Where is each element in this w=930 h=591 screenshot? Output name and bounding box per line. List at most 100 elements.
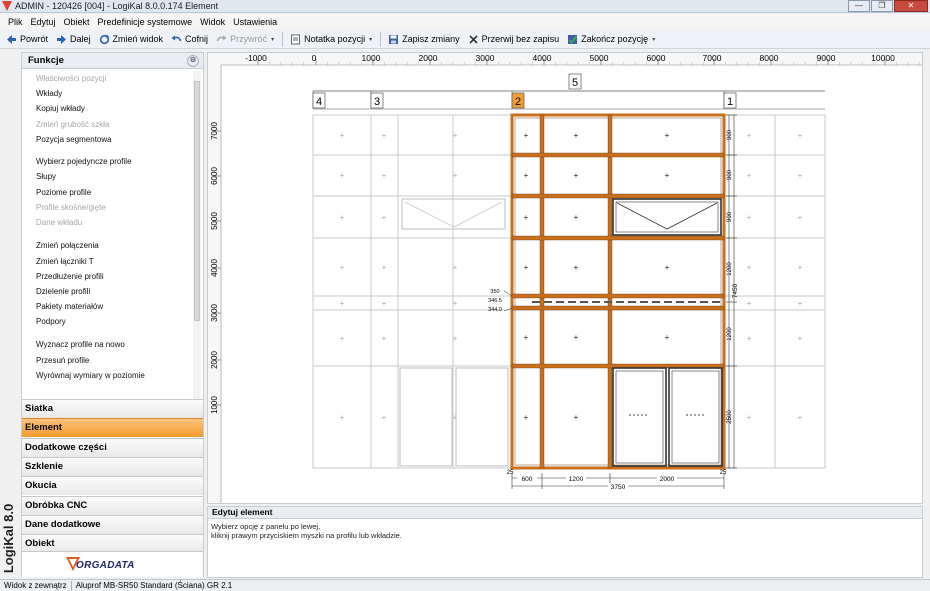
section-okucia[interactable]: Okucia [22, 476, 203, 496]
function-item: Dane wkładu [36, 218, 83, 227]
function-item[interactable]: Wybierz pojedyncze profile [36, 157, 132, 166]
undo-label: Cofnij [185, 34, 209, 44]
toolbar-separator [282, 31, 284, 47]
toolbar-dropdown-arrow-icon[interactable]: ▾ [652, 36, 660, 43]
function-item: Właściwości pozycji [36, 74, 107, 83]
function-item[interactable]: Przesuń profile [36, 356, 89, 365]
transom-profile[interactable] [511, 293, 725, 299]
panel-options-icon[interactable]: ⚙ [187, 54, 199, 67]
function-item[interactable]: Wyznacz profile na nowo [36, 340, 125, 349]
redo-button[interactable]: Przywróć [212, 31, 271, 48]
save-label: Zapisz zmiany [402, 34, 460, 44]
toolbar-dropdown-arrow-icon[interactable]: ▾ [369, 36, 377, 43]
cell-plus-icon: + [340, 171, 345, 180]
cell-plus-icon: + [453, 413, 458, 422]
function-item[interactable]: Dzielenie profili [36, 287, 90, 296]
function-item[interactable]: Pakiety materiałów [36, 302, 103, 311]
segment-5[interactable]: 5 [568, 73, 582, 90]
cell-plus-icon: + [340, 413, 345, 422]
info-text: Wybierz opcję z panelu po lewej, kliknij… [208, 519, 922, 543]
status-view: Widok z zewnątrz [4, 581, 67, 590]
dim-label: 900 [727, 211, 733, 222]
segment-3[interactable]: 3 [370, 92, 384, 109]
section-dane-dodatkowe[interactable]: Dane dodatkowe [22, 514, 203, 534]
element-drawing[interactable]: -1000 0 1000 2000 3000 4000 5000 6000 7000 8000 90… [208, 53, 922, 503]
cell-plus-icon: + [747, 131, 752, 140]
minimize-button[interactable]: — [848, 0, 870, 12]
save-button[interactable]: Zapisz zmiany [384, 31, 464, 48]
change-view-button[interactable]: Zmień widok [95, 31, 168, 48]
transom-profile[interactable] [511, 193, 725, 199]
next-button[interactable]: Dalej [52, 31, 95, 48]
function-item[interactable]: Poziome profile [36, 188, 91, 197]
menu-predefinicje[interactable]: Predefinicje systemowe [98, 17, 193, 27]
section-szklenie[interactable]: Szklenie [22, 456, 203, 476]
cell-plus-icon: + [574, 333, 579, 342]
function-item[interactable]: Przedłużenie profili [36, 272, 104, 281]
cell-plus-icon: + [798, 413, 803, 422]
transom-profile[interactable] [511, 152, 725, 158]
close-button[interactable]: ✕ [894, 0, 928, 12]
ruler-label: 7000 [210, 122, 219, 140]
transom-profile[interactable] [511, 305, 725, 311]
back-button[interactable]: Powrót [2, 31, 52, 48]
menu-widok[interactable]: Widok [200, 17, 225, 27]
functions-panel: Funkcje ⚙ Właściwości pozycji Wkłady Kopiu… [21, 52, 204, 577]
cell-plus-icon: + [665, 131, 670, 140]
menu-plik[interactable]: Plik [8, 17, 23, 27]
scrollbar-thumb[interactable] [194, 81, 200, 321]
cell-plus-icon: + [798, 334, 803, 343]
function-item: Profile skośne/gięte [36, 203, 106, 212]
cell-plus-icon: + [798, 299, 803, 308]
svg-text:1: 1 [727, 96, 733, 108]
change-view-label: Zmień widok [112, 34, 164, 44]
drawing-canvas[interactable]: -1000 0 1000 2000 3000 4000 5000 6000 7000 8000 90… [207, 52, 923, 504]
function-list: Właściwości pozycji Wkłady Kopiuj wkłady Zm… [22, 70, 194, 406]
window-controls: — ❐ ✕ [848, 0, 928, 12]
ruler-label: 3000 [476, 53, 495, 63]
undo-button[interactable]: Cofnij [167, 31, 212, 48]
function-item[interactable]: Zmień połączenia [36, 241, 99, 250]
mullion-profile[interactable] [607, 114, 613, 469]
toolbar-dropdown-arrow-icon[interactable]: ▾ [271, 36, 279, 43]
function-item[interactable]: Wyrównaj wymiary w poziomie [36, 371, 145, 380]
note-icon [291, 34, 301, 44]
function-item[interactable]: Podpory [36, 317, 66, 326]
save-icon [389, 34, 399, 44]
cell-plus-icon: + [665, 263, 670, 272]
mullion-profile[interactable] [539, 114, 545, 469]
segment-4[interactable]: 4 [312, 92, 326, 109]
section-dodatkowe-części[interactable]: Dodatkowe części [22, 437, 203, 457]
cell-plus-icon: + [453, 334, 458, 343]
section-element[interactable]: Element [22, 418, 203, 438]
function-item[interactable]: Wkłady [36, 89, 62, 98]
ruler-label: 9000 [817, 53, 836, 63]
menu-edytuj[interactable]: Edytuj [31, 17, 56, 27]
menu-obiekt[interactable]: Obiekt [64, 17, 90, 27]
cell-plus-icon: + [382, 299, 387, 308]
ruler-label: 1000 [210, 396, 219, 414]
cell-plus-icon: + [382, 171, 387, 180]
maximize-button[interactable]: ❐ [871, 0, 893, 12]
ruler-label: -1000 [245, 53, 267, 63]
abort-button[interactable]: Przerwij bez zapisu [464, 31, 564, 48]
function-item[interactable]: Pozycja segmentowa [36, 135, 112, 144]
finish-button[interactable]: Zakończ pozycję [563, 31, 652, 48]
function-item[interactable]: Zmień łączniki T [36, 257, 94, 266]
section-siatka[interactable]: Siatka [22, 399, 203, 418]
menu-ustawienia[interactable]: Ustawienia [233, 17, 277, 27]
note-button[interactable]: Notatka pozycji [286, 31, 369, 48]
ruler-label: 6000 [210, 167, 219, 185]
dim-label-small: 344.0 [488, 307, 502, 313]
function-list-scrollbar[interactable] [193, 71, 201, 401]
section-obróbka-cnc[interactable]: Obróbka CNC [22, 495, 203, 515]
toolbar: Powrót Dalej Zmień widok Cofnij Przywróć… [0, 30, 930, 49]
ruler-label: 5000 [210, 212, 219, 230]
window-title: ADMIN - 120426 [004] - LogiKal 8.0.0.174… [15, 1, 219, 11]
segment-2[interactable]: 2 [511, 92, 525, 109]
segment-1[interactable]: 1 [723, 92, 737, 109]
function-item[interactable]: Kopiuj wkłady [36, 104, 85, 113]
cell-plus-icon: + [524, 263, 529, 272]
function-item[interactable]: Słupy [36, 172, 56, 181]
transom-profile[interactable] [511, 235, 725, 241]
